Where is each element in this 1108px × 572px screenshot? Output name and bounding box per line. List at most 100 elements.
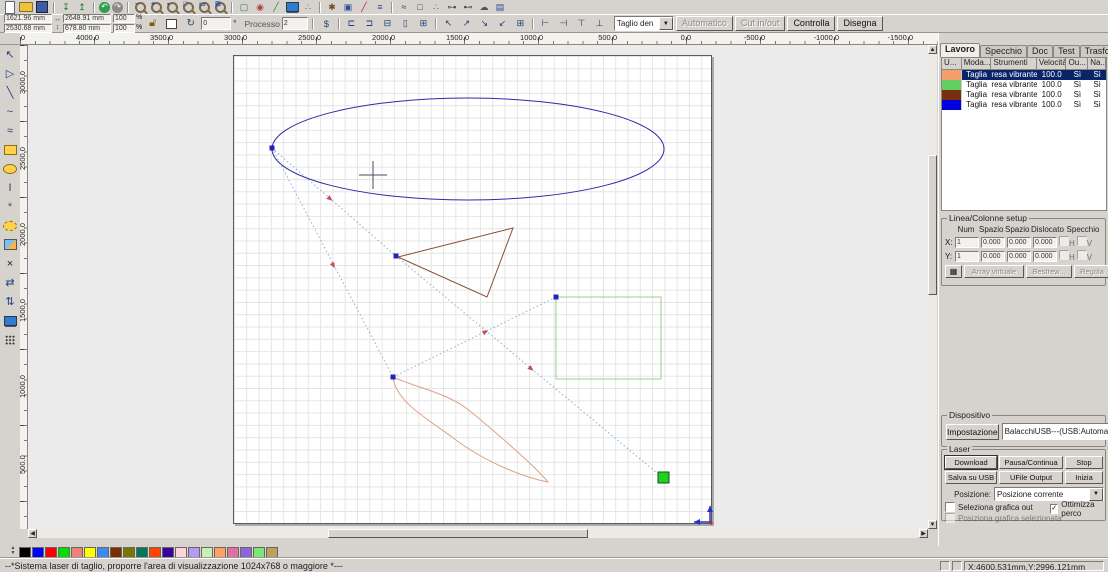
disegna-button[interactable]: Disegna [837, 16, 882, 31]
color-swatch[interactable] [201, 547, 213, 558]
align-bottom-left-icon[interactable]: ↙ [494, 16, 511, 32]
ellipse-shape[interactable] [272, 98, 664, 200]
automatico-button[interactable]: Automatico [676, 16, 733, 31]
save-icon[interactable] [35, 1, 49, 13]
layer-row[interactable]: Tagliaresa vibrante100.0SìSì [942, 80, 1106, 90]
x-array-field-3[interactable] [1033, 237, 1057, 248]
scroll-down-button[interactable]: ▼ [928, 520, 937, 529]
vertical-scrollbar[interactable]: ▲ ▼ [928, 45, 937, 529]
fit-grid-icon[interactable]: ⊞ [415, 16, 432, 32]
gear-icon[interactable]: ✱ [325, 1, 339, 13]
layer-row[interactable]: Tagliaresa vibrante100.0SìSì [942, 100, 1106, 110]
color-swatch[interactable] [227, 547, 239, 558]
travel-path-2[interactable] [272, 148, 393, 377]
device-display-icon[interactable]: ▣ [341, 1, 355, 13]
node-check-icon[interactable]: ∴ [429, 1, 443, 13]
trace-pen-icon[interactable]: ╱ [357, 1, 371, 13]
width-field[interactable] [63, 14, 111, 23]
cloud-icon[interactable]: ☁ [477, 1, 491, 13]
x-array-field-0[interactable] [955, 237, 979, 248]
color-swatch[interactable] [266, 547, 278, 558]
salva-su-usb-button[interactable]: Salva su USB [945, 471, 997, 484]
color-swatch[interactable] [162, 547, 174, 558]
y-array-field-1[interactable] [981, 251, 1005, 262]
curve-shape[interactable] [393, 377, 548, 482]
scale-x-field[interactable] [113, 14, 135, 23]
group-icon[interactable]: ⊶ [445, 1, 459, 13]
import-icon[interactable]: ↧ [59, 1, 73, 13]
tab-doc[interactable]: Doc [1027, 45, 1053, 57]
fit-vertical-icon[interactable]: ▯ [397, 16, 414, 32]
scale-y-field[interactable] [113, 24, 135, 33]
tab-lavoro[interactable]: Lavoro [940, 43, 980, 57]
align-top-left-icon[interactable]: ↖ [440, 16, 457, 32]
color-swatch[interactable] [84, 547, 96, 558]
stop-button[interactable]: Stop [1065, 456, 1103, 469]
zoom-window-icon[interactable]: ⊞ [213, 1, 227, 13]
color-swatch[interactable] [175, 547, 187, 558]
rotate-angle-field[interactable] [201, 17, 231, 30]
color-swatch[interactable] [253, 547, 265, 558]
scroll-right-button[interactable]: ▶ [919, 529, 928, 538]
flip-horizontal-tool-icon[interactable]: ⇄ [1, 275, 19, 290]
text-tool-icon[interactable]: I [1, 180, 19, 195]
travel-path-1[interactable] [272, 148, 396, 256]
undo-icon[interactable]: ↶ [99, 2, 110, 13]
selection-node[interactable] [391, 375, 396, 380]
curve-tool-icon[interactable]: ≈ [1, 123, 19, 138]
tab-test[interactable]: Test [1053, 45, 1080, 57]
same-size-icon[interactable]: ⊟ [379, 16, 396, 32]
layer-row[interactable]: Tagliaresa vibrante100.0SìSì [942, 70, 1106, 80]
horizontal-scrollbar[interactable]: ◀ ▶ [28, 529, 928, 538]
scroll-left-button[interactable]: ◀ [28, 529, 37, 538]
dots-icon[interactable]: ∴ [301, 1, 315, 13]
align-top-right-icon[interactable]: ↗ [458, 16, 475, 32]
y-array-field-0[interactable] [955, 251, 979, 262]
y-position-field[interactable] [4, 24, 52, 33]
properties-panel-icon[interactable]: ▤ [493, 1, 507, 13]
y-mirror-h-checkbox[interactable] [1059, 250, 1069, 260]
array-virtuale-button[interactable]: Array virtuale [964, 265, 1024, 278]
tab-specchio[interactable]: Specchio [980, 45, 1027, 57]
y-array-field-3[interactable] [1033, 251, 1057, 262]
ufile-output-button[interactable]: UFile Output [999, 471, 1063, 484]
bestrew-button[interactable]: Bestrew... [1026, 265, 1072, 278]
align-left-icon[interactable]: ⊢ [537, 16, 554, 32]
device-combo[interactable]: BalacchiUSB---(USB:Automatico ▼ [1002, 423, 1108, 440]
color-swatch[interactable] [97, 547, 109, 558]
height-field[interactable] [63, 24, 111, 33]
chevron-down-icon[interactable]: ▼ [1089, 488, 1103, 501]
color-swatch[interactable] [71, 547, 83, 558]
open-icon[interactable] [19, 1, 33, 13]
x-position-field[interactable] [4, 14, 52, 23]
align-top-icon[interactable]: ⊤ [573, 16, 590, 32]
cut-in-out-button[interactable]: Cut in/out [735, 16, 786, 31]
regola-button[interactable]: Regola [1074, 265, 1108, 278]
impostazione-button[interactable]: Impostazione [946, 424, 999, 440]
color-swatch[interactable] [240, 547, 252, 558]
selection-node[interactable] [394, 254, 399, 259]
rectangle-shape[interactable] [556, 297, 661, 379]
color-swatch[interactable] [149, 547, 161, 558]
ellipse-tool-icon[interactable] [1, 161, 19, 176]
shape-check-icon[interactable]: ▢ [237, 1, 251, 13]
array-preview-button[interactable]: ▦ [945, 265, 962, 278]
selection-node[interactable] [554, 295, 559, 300]
align-bottom-icon[interactable]: ⊥ [591, 16, 608, 32]
export-icon[interactable]: ↥ [75, 1, 89, 13]
horizontal-scroll-thumb[interactable] [328, 529, 588, 538]
x-array-field-1[interactable] [981, 237, 1005, 248]
flip-vertical-tool-icon[interactable]: ⇅ [1, 294, 19, 309]
drawing-canvas[interactable] [28, 45, 928, 529]
delete-tool-icon[interactable]: × [1, 256, 19, 271]
zoom-selection-icon[interactable]: ▪ [165, 1, 179, 13]
zoom-out-icon[interactable]: − [133, 1, 147, 13]
preview-screen-tool-icon[interactable] [1, 313, 19, 328]
same-height-icon[interactable]: ⊐ [361, 16, 378, 32]
palette-scroll[interactable]: ▲▼ [8, 546, 18, 558]
pen-preview-icon[interactable]: ╱ [269, 1, 283, 13]
triangle-shape[interactable] [398, 228, 513, 297]
lock-ratio-button[interactable]: 🔓︎ [144, 16, 161, 32]
y-mirror-v-checkbox[interactable] [1077, 250, 1087, 260]
simulate-icon[interactable]: ◉ [253, 1, 267, 13]
